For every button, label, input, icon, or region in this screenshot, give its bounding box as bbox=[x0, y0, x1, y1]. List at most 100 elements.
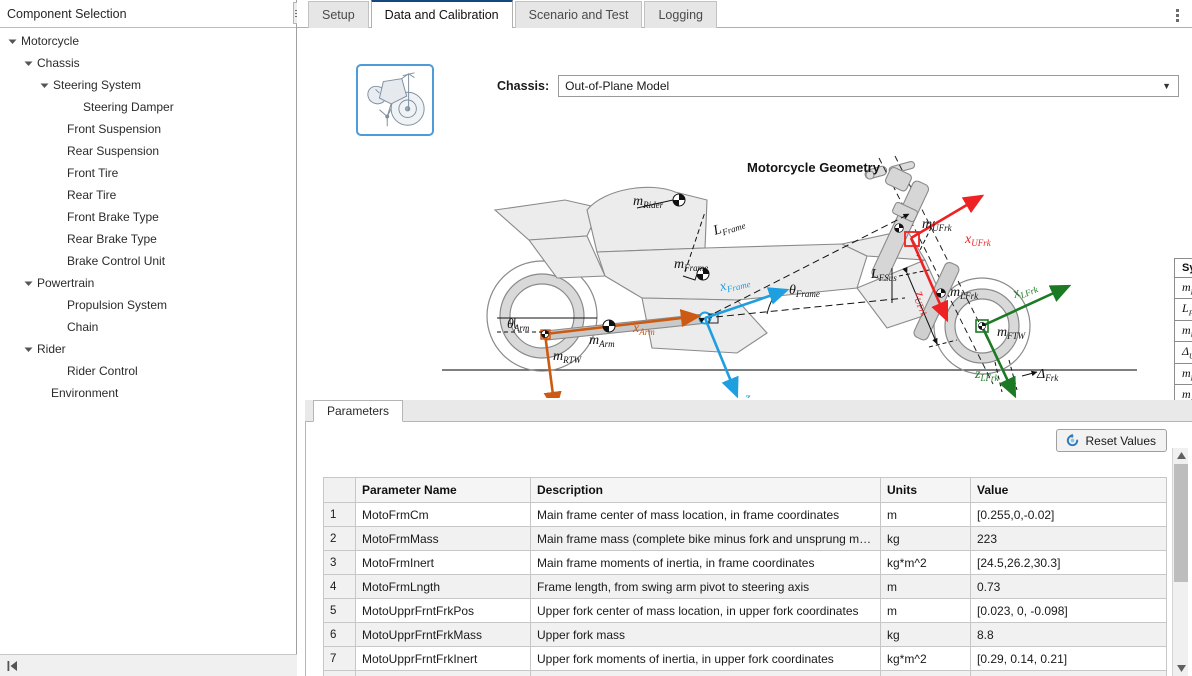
symbol-cell: LFrame bbox=[1174, 298, 1192, 321]
tree-item-front-brake-type[interactable]: Front Brake Type bbox=[0, 206, 296, 228]
table-row[interactable]: 3 MotoFrmInert Main frame moments of inert… bbox=[323, 550, 1167, 575]
tree-item-powertrain[interactable]: Powertrain bbox=[0, 272, 296, 294]
chevron-down-icon[interactable] bbox=[22, 343, 35, 356]
reset-values-button[interactable]: Reset Values bbox=[1055, 429, 1167, 452]
cell-description[interactable]: Upper fork mass bbox=[530, 622, 881, 647]
tree-item-chain[interactable]: Chain bbox=[0, 316, 296, 338]
cell-value[interactable]: 0.73 bbox=[970, 574, 1167, 599]
tree-item-rear-brake-type[interactable]: Rear Brake Type bbox=[0, 228, 296, 250]
cell-parameter-name[interactable]: MotoFrmMass bbox=[355, 526, 531, 551]
cell-description[interactable]: Main frame moments of inertia, in frame … bbox=[530, 550, 881, 575]
cell-description[interactable]: Fork offset, steering axis to spindle bbox=[530, 670, 881, 676]
tree-item-motorcycle[interactable]: Motorcycle bbox=[0, 30, 296, 52]
cell-description[interactable]: Upper fork moments of inertia, in upper … bbox=[530, 646, 881, 671]
parameters-tabstrip: Parameters bbox=[305, 400, 1192, 422]
symbol-legend-table: SymbolParameter Name mFrameMotoFrmMassLF… bbox=[1174, 258, 1192, 407]
cell-units[interactable]: m bbox=[880, 670, 971, 676]
scroll-up-arrow-icon[interactable] bbox=[1173, 448, 1189, 463]
cell-units[interactable]: kg*m^2 bbox=[880, 646, 971, 671]
symbol-glyph: m bbox=[1182, 322, 1191, 337]
parameters-scrollbar[interactable] bbox=[1172, 448, 1188, 676]
cell-description[interactable]: Upper fork center of mass location, in u… bbox=[530, 598, 881, 623]
table-row[interactable]: 7 MotoUpprFrntFrkInert Upper fork moments … bbox=[323, 646, 1167, 671]
tree-item-chassis[interactable]: Chassis bbox=[0, 52, 296, 74]
scrollbar-thumb[interactable] bbox=[1174, 464, 1188, 582]
tree-item-steering-system[interactable]: Steering System bbox=[0, 74, 296, 96]
chassis-dropdown[interactable]: Out-of-Plane Model ▼ bbox=[558, 75, 1179, 97]
tree-item-propulsion-system[interactable]: Propulsion System bbox=[0, 294, 296, 316]
column-header-description[interactable]: Description bbox=[530, 477, 881, 503]
symbol-table-row: mFrameMotoFrmMass bbox=[1174, 276, 1192, 300]
cell-value[interactable]: [24.5,26.2,30.3] bbox=[970, 550, 1167, 575]
cell-parameter-name[interactable]: MotoFrmInert bbox=[355, 550, 531, 575]
motorcycle-thumbnail-icon[interactable] bbox=[356, 64, 434, 136]
tree-item-rear-tire[interactable]: Rear Tire bbox=[0, 184, 296, 206]
cell-parameter-name[interactable]: MotoUpprFrntFrkOfst bbox=[355, 670, 531, 676]
cell-parameter-name[interactable]: MotoUpprFrntFrkInert bbox=[355, 646, 531, 671]
cell-units[interactable]: m bbox=[880, 574, 971, 599]
table-row[interactable]: 6 MotoUpprFrntFrkMass Upper fork mass kg 8.8 bbox=[323, 622, 1167, 647]
column-header-name[interactable]: Parameter Name bbox=[355, 477, 531, 503]
chevron-down-icon: ▼ bbox=[1162, 81, 1171, 91]
svg-text:mRTW: mRTW bbox=[553, 349, 583, 365]
tree-item-front-tire[interactable]: Front Tire bbox=[0, 162, 296, 184]
component-tree[interactable]: Motorcycle Chassis Steering System Steering… bbox=[0, 28, 296, 404]
tab-setup[interactable]: Setup bbox=[308, 1, 369, 28]
kebab-menu-icon[interactable] bbox=[1174, 7, 1181, 24]
chevron-down-icon[interactable] bbox=[6, 35, 19, 48]
cell-units[interactable]: m bbox=[880, 502, 971, 527]
cell-parameter-name[interactable]: MotoUpprFrntFrkPos bbox=[355, 598, 531, 623]
cell-rownum: 6 bbox=[323, 622, 356, 647]
cell-units[interactable]: kg*m^2 bbox=[880, 550, 971, 575]
tree-item-label: Motorcycle bbox=[21, 34, 80, 48]
collapse-panel-icon[interactable] bbox=[6, 659, 20, 673]
cell-value[interactable]: [0.023, 0, -0.098] bbox=[970, 598, 1167, 623]
cell-value[interactable]: 223 bbox=[970, 526, 1167, 551]
svg-text:mLFrk: mLFrk bbox=[950, 285, 979, 301]
tree-item-label: Steering System bbox=[53, 78, 142, 92]
cell-description[interactable]: Frame length, from swing arm pivot to st… bbox=[530, 574, 881, 599]
table-row[interactable]: 2 MotoFrmMass Main frame mass (complete bi… bbox=[323, 526, 1167, 551]
cell-units[interactable]: m bbox=[880, 598, 971, 623]
tree-item-label: Environment bbox=[51, 386, 119, 400]
column-header-rownum[interactable] bbox=[323, 477, 356, 503]
chevron-down-icon[interactable] bbox=[22, 57, 35, 70]
panel-title: Component Selection bbox=[7, 6, 127, 21]
cell-parameter-name[interactable]: MotoFrmLngth bbox=[355, 574, 531, 599]
parameters-pane: Parameters Reset Values Parameter Name D… bbox=[305, 400, 1192, 676]
tree-item-brake-control-unit[interactable]: Brake Control Unit bbox=[0, 250, 296, 272]
tree-item-label: Rider Control bbox=[67, 364, 138, 378]
table-row[interactable]: 8MotoUpprFrntFrkOfstFork offset, steerin… bbox=[323, 670, 1167, 676]
parameters-table: Parameter Name Description Units Value 1 Mot… bbox=[323, 477, 1167, 676]
cell-units[interactable]: kg bbox=[880, 622, 971, 647]
tree-item-front-suspension[interactable]: Front Suspension bbox=[0, 118, 296, 140]
tree-item-rear-suspension[interactable]: Rear Suspension bbox=[0, 140, 296, 162]
cell-units[interactable]: kg bbox=[880, 526, 971, 551]
cell-parameter-name[interactable]: MotoFrmCm bbox=[355, 502, 531, 527]
column-header-value[interactable]: Value bbox=[970, 477, 1167, 503]
tab-scenario-and-test[interactable]: Scenario and Test bbox=[514, 1, 643, 28]
scroll-down-arrow-icon[interactable] bbox=[1173, 661, 1189, 676]
cell-rownum: 4 bbox=[323, 574, 356, 599]
tab-logging[interactable]: Logging bbox=[644, 1, 717, 28]
tab-parameters[interactable]: Parameters bbox=[313, 400, 404, 422]
tree-item-environment[interactable]: Environment bbox=[0, 382, 296, 404]
cell-value[interactable]: [0.29, 0.14, 0.21] bbox=[970, 646, 1167, 671]
chevron-down-icon[interactable] bbox=[38, 79, 51, 92]
cell-description[interactable]: Main frame mass (complete bike minus for… bbox=[530, 526, 881, 551]
table-row[interactable]: 4 MotoFrmLngth Frame length, from swing ar… bbox=[323, 574, 1167, 599]
tab-data-and-calibration[interactable]: Data and Calibration bbox=[370, 0, 513, 28]
cell-value[interactable]: 8.8 bbox=[970, 622, 1167, 647]
table-row[interactable]: 1 MotoFrmCm Main frame center of mass loca… bbox=[323, 502, 1167, 527]
chevron-down-icon[interactable] bbox=[22, 277, 35, 290]
cell-parameter-name[interactable]: MotoUpprFrntFrkMass bbox=[355, 622, 531, 647]
column-header-units[interactable]: Units bbox=[880, 477, 971, 503]
parameters-table-container[interactable]: Parameter Name Description Units Value 1 Mot… bbox=[323, 477, 1167, 676]
tree-item-rider[interactable]: Rider bbox=[0, 338, 296, 360]
table-row[interactable]: 5 MotoUpprFrntFrkPos Upper fork center of … bbox=[323, 598, 1167, 623]
tree-item-steering-damper[interactable]: Steering Damper bbox=[0, 96, 296, 118]
cell-value[interactable]: 0.034 bbox=[970, 670, 1167, 676]
cell-description[interactable]: Main frame center of mass location, in f… bbox=[530, 502, 881, 527]
tree-item-rider-control[interactable]: Rider Control bbox=[0, 360, 296, 382]
cell-value[interactable]: [0.255,0,-0.02] bbox=[970, 502, 1167, 527]
